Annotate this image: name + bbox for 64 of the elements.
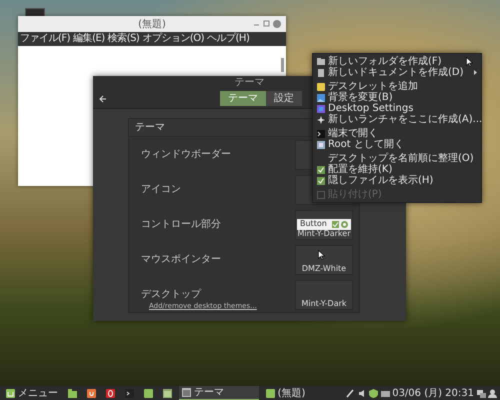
setting-label: アイコン [141, 184, 181, 195]
theme-name: Mint-Y-Dark [301, 300, 347, 308]
tab[interactable]: テーマ [220, 91, 266, 106]
window-controls-icon [252, 19, 282, 29]
launcher-button[interactable] [84, 386, 99, 400]
theme-preview[interactable]: Mint-Y-Dark [295, 280, 353, 310]
speaker-icon [358, 388, 367, 398]
menu-item[interactable]: デスクトップを名前順に整理(O) [313, 153, 481, 164]
clock[interactable]: 03/06 (月) 20:31 [392, 388, 474, 398]
menu-item[interactable]: オプション(O) [142, 33, 204, 45]
launcher-button[interactable] [160, 386, 175, 400]
menu-item[interactable]: ヘルプ(H) [207, 33, 250, 45]
menu-item[interactable]: 新しいドキュメントを作成(D) [313, 67, 481, 78]
setting-label: ウィンドウボーダー [141, 149, 231, 160]
window-icon [317, 140, 325, 148]
taskbar-window-button[interactable]: テーマ [179, 386, 259, 400]
menu-item[interactable]: Root として開く [313, 139, 481, 150]
submenu-arrow-icon [474, 70, 477, 75]
setting-label: デスクトップ [141, 289, 201, 300]
launcher-button[interactable] [103, 386, 118, 400]
user-icon [488, 388, 497, 398]
menu-item[interactable]: Desktop Settings [313, 103, 481, 114]
settings-icon [317, 104, 325, 112]
button-label: Button [300, 220, 327, 229]
terminal-icon [317, 130, 325, 138]
window-icon [163, 388, 172, 398]
launcher-button[interactable] [65, 386, 80, 400]
setting-label: マウスポインター [141, 254, 221, 265]
app-icon [266, 388, 275, 398]
note-icon [317, 82, 325, 90]
menu-item[interactable]: 隠しファイルを表示(H) [313, 175, 481, 186]
mouse-pointer-icon [318, 250, 325, 260]
mouse-pointer-icon [466, 57, 473, 67]
scrollbar[interactable] [281, 58, 284, 72]
setting-label: コントロール部分 [141, 219, 221, 230]
star-icon [317, 116, 325, 124]
shield-icon [369, 388, 378, 398]
theme-name: Mint-Y-Darker [297, 230, 350, 238]
radio-icon [341, 220, 348, 228]
logo-icon [6, 388, 15, 398]
menu-item[interactable]: 配置を維持(K) [313, 164, 481, 175]
menu-item[interactable]: ファイル(F) [20, 33, 70, 45]
menu-item[interactable]: 背景を変更(B) [313, 92, 481, 103]
theme-preview[interactable]: Button Mint-Y-Darker [295, 210, 353, 240]
theme-preview[interactable]: DMZ-White [295, 244, 353, 274]
theme-name: DMZ-White [302, 264, 346, 274]
launcher-button[interactable] [141, 386, 156, 400]
folder-icon [68, 388, 77, 398]
menu-item[interactable]: 新しいフォルダを作成(F) [313, 56, 481, 67]
terminal-icon [125, 388, 134, 398]
checkbox-icon [332, 220, 338, 228]
menu-item[interactable]: 検索(S) [108, 33, 140, 45]
window-icon [182, 388, 191, 397]
tab[interactable]: 設定 [266, 91, 302, 106]
o-icon [106, 388, 115, 398]
taskbar-window-button[interactable]: (無題) [262, 386, 342, 400]
back-arrow-icon [99, 94, 107, 102]
window-title: (無題) [137, 19, 167, 30]
picture-icon [317, 94, 325, 102]
menu-button[interactable]: メニュー [3, 386, 61, 400]
app-icon [144, 388, 153, 398]
menu-item[interactable]: 編集(E) [73, 33, 105, 45]
document-icon [317, 68, 325, 76]
folder-icon [317, 58, 325, 66]
